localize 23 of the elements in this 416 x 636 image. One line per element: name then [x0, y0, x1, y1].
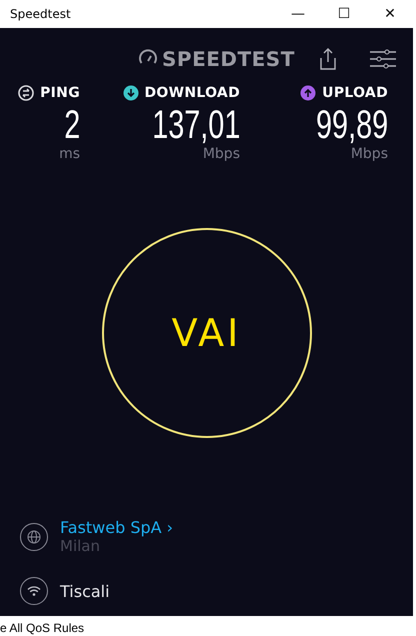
minimize-button[interactable]: —	[275, 0, 321, 28]
metric-value: 99,89	[316, 104, 388, 146]
metric-value: 2	[64, 104, 80, 146]
background-window-text: e All QoS Rules	[0, 620, 84, 636]
metric-label: DOWNLOAD	[144, 85, 240, 101]
maximize-button[interactable]: ☐	[321, 0, 367, 28]
close-button[interactable]: ✕	[367, 0, 413, 28]
server-link[interactable]: Fastweb SpA ›	[60, 518, 174, 537]
connection-name: Tiscali	[60, 582, 110, 600]
metric-value: 137,01	[152, 104, 240, 146]
metric-unit: Mbps	[350, 146, 388, 162]
wifi-icon	[20, 577, 48, 605]
share-icon[interactable]	[318, 47, 338, 71]
metric-unit: Mbps	[202, 146, 240, 162]
globe-icon	[20, 522, 48, 550]
metric-label: UPLOAD	[322, 85, 388, 101]
metric-unit: ms	[59, 146, 80, 162]
go-button[interactable]: VAI	[102, 228, 312, 438]
window-title: Speedtest	[9, 7, 72, 21]
settings-icon[interactable]	[370, 49, 396, 69]
speedtest-logo: SPEEDTEST	[138, 47, 295, 71]
metric-label: PING	[40, 85, 80, 101]
server-location: Milan	[60, 537, 101, 555]
